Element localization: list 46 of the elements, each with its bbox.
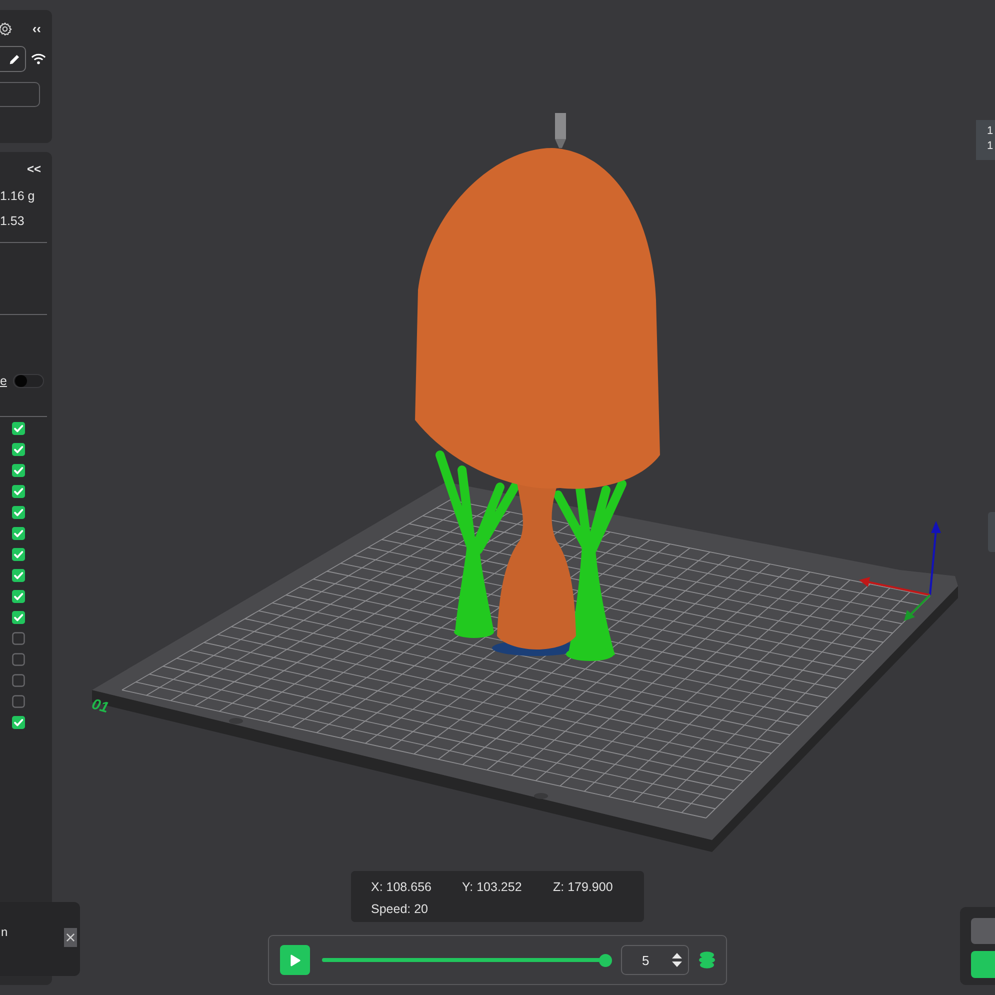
notification-text: n (1, 925, 8, 939)
settings-icon[interactable] (0, 22, 12, 36)
legend-checkbox[interactable] (12, 464, 25, 477)
legend-checkbox[interactable] (12, 716, 25, 729)
collapse-button[interactable]: << (26, 162, 41, 176)
legend-checkbox[interactable] (12, 527, 25, 540)
legend-checkbox[interactable] (12, 443, 25, 456)
x-axis-arrow (859, 577, 930, 596)
wifi-icon (31, 53, 46, 65)
nozzle-icon (555, 113, 566, 148)
layer-spinner[interactable]: 5 (621, 945, 689, 975)
panel-text: 1 (987, 139, 994, 154)
legend-checkbox[interactable] (12, 422, 25, 435)
play-icon (290, 954, 300, 966)
legend-checkbox[interactable] (12, 569, 25, 582)
legend-checkbox[interactable] (12, 506, 25, 519)
speed-value: Speed: 20 (371, 902, 429, 917)
legend-checkbox[interactable] (12, 653, 25, 666)
edit-button[interactable] (0, 46, 26, 72)
legend-checkbox[interactable] (12, 548, 25, 561)
close-icon (66, 933, 75, 942)
spin-arrows-icon[interactable] (671, 952, 683, 968)
toggle-switch[interactable] (12, 374, 44, 388)
x-coordinate: X: 108.656 (371, 880, 432, 895)
pencil-icon (8, 52, 20, 66)
z-coordinate: Z: 179.900 (553, 880, 614, 895)
legend-checkbox[interactable] (12, 632, 25, 645)
legend-checkbox[interactable] (12, 611, 25, 624)
weight-value: 1.16 g (0, 188, 36, 204)
close-button[interactable] (64, 928, 77, 947)
panel-text: 1 (987, 124, 994, 139)
y-axis-arrow (904, 594, 931, 621)
layer-slider[interactable] (322, 954, 612, 966)
collapse-button[interactable]: ‹‹ (32, 22, 41, 36)
plate-number: 01 (90, 696, 110, 717)
input-field[interactable] (0, 82, 40, 107)
legend-checkbox[interactable] (12, 590, 25, 603)
slider-handle[interactable] (599, 954, 612, 966)
value-text: 1.53 (0, 213, 26, 229)
toggle-label[interactable]: e (0, 374, 7, 388)
legend-checkbox[interactable] (12, 674, 25, 687)
play-button[interactable] (280, 945, 310, 975)
legend-checkbox[interactable] (12, 695, 25, 708)
y-coordinate: Y: 103.252 (462, 880, 523, 895)
layers-icon[interactable] (699, 951, 715, 969)
legend-checkbox[interactable] (12, 485, 25, 498)
